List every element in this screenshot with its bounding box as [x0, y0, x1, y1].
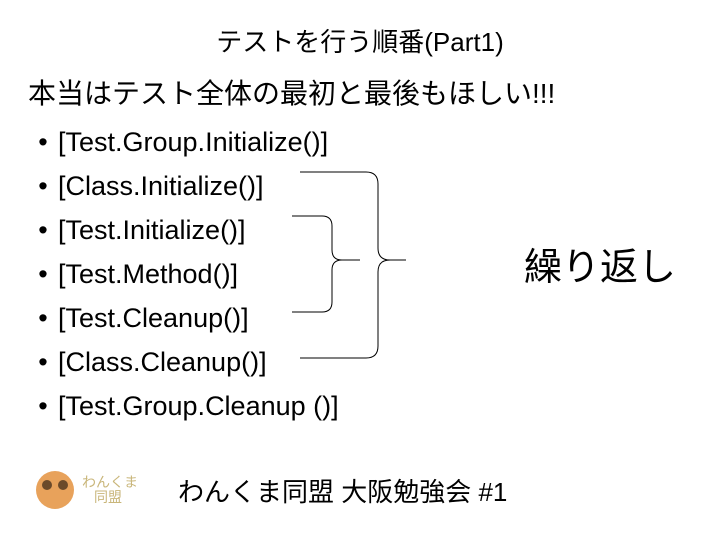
footer-logo-line2: 同盟: [94, 489, 122, 505]
bullet-icon: •: [28, 296, 58, 340]
list-item: • [Test.Group.Cleanup ()]: [28, 384, 555, 428]
list-item-label: [Test.Initialize()]: [58, 208, 246, 252]
footer-logo-label: わんくま 同盟: [82, 475, 138, 505]
list-item: • [Class.Initialize()]: [28, 164, 555, 208]
bullet-icon: •: [28, 340, 58, 384]
footer-logo-line1: わんくま: [82, 474, 138, 490]
footer-text: わんくま同盟 大阪勉強会 #1: [178, 472, 507, 509]
list-item: • [Test.Group.Initialize()]: [28, 120, 555, 164]
list-item-label: [Test.Cleanup()]: [58, 296, 249, 340]
bullet-icon: •: [28, 384, 58, 428]
list-item-label: [Class.Cleanup()]: [58, 340, 267, 384]
bullet-icon: •: [28, 252, 58, 296]
bullet-icon: •: [28, 208, 58, 252]
bullet-icon: •: [28, 120, 58, 164]
list-item-label: [Test.Group.Cleanup ()]: [58, 384, 339, 428]
bullet-icon: •: [28, 164, 58, 208]
repeat-annotation: 繰り返し: [524, 236, 676, 291]
list-item: • [Test.Initialize()]: [28, 208, 555, 252]
list-item: • [Test.Cleanup()]: [28, 296, 555, 340]
list-item: • [Class.Cleanup()]: [28, 340, 555, 384]
slide-title: テストを行う順番(Part1): [0, 0, 720, 59]
slide-footer: わんくま 同盟 わんくま同盟 大阪勉強会 #1: [0, 466, 720, 514]
list-item: • [Test.Method()]: [28, 252, 555, 296]
list-item-label: [Test.Method()]: [58, 252, 238, 296]
list-item-label: [Test.Group.Initialize()]: [58, 120, 328, 164]
intro-text: 本当はテスト全体の最初と最後もほしい!!!: [28, 72, 555, 112]
list-item-label: [Class.Initialize()]: [58, 164, 264, 208]
slide-body: 本当はテスト全体の最初と最後もほしい!!! • [Test.Group.Init…: [28, 72, 555, 428]
bear-logo-icon: [36, 471, 74, 509]
